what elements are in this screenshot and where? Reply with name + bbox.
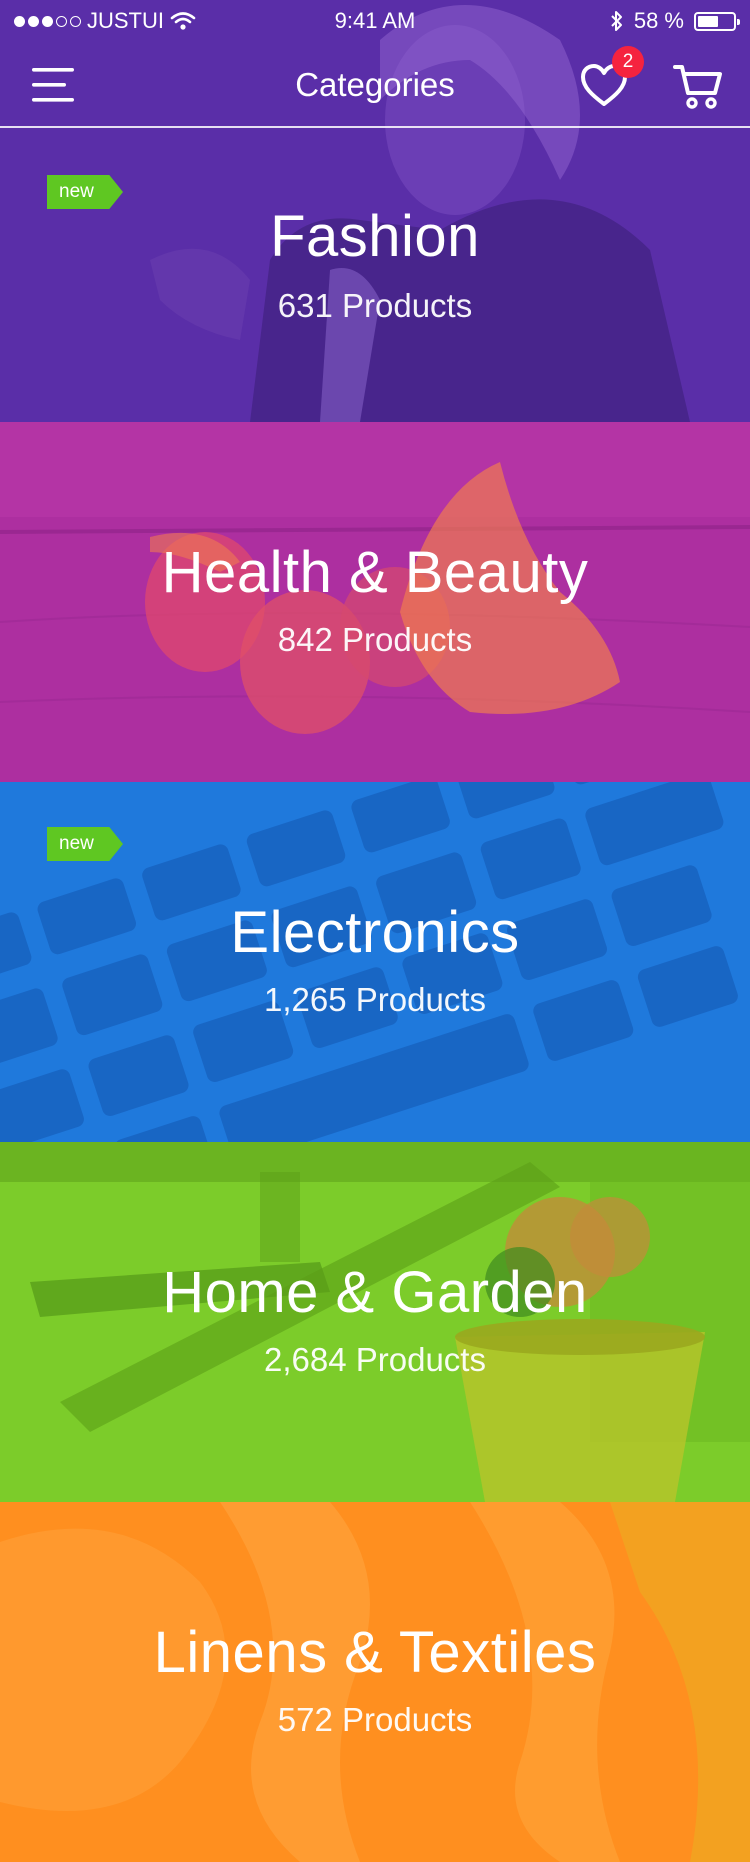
category-content: Linens & Textiles 572 Products bbox=[0, 1620, 750, 1740]
status-right: 58 % bbox=[610, 8, 740, 34]
category-content: Electronics 1,265 Products bbox=[0, 900, 750, 1020]
cart-icon[interactable] bbox=[672, 60, 724, 112]
new-badge: new bbox=[47, 827, 123, 861]
category-tile-electronics[interactable]: new Electronics 1,265 Products bbox=[0, 782, 750, 1142]
category-content: Home & Garden 2,684 Products bbox=[0, 1260, 750, 1380]
battery-icon bbox=[694, 11, 740, 31]
category-product-count: 631 Products bbox=[277, 287, 473, 324]
category-name: Electronics bbox=[230, 900, 520, 965]
navigation-bar: Categories 2 bbox=[0, 40, 750, 128]
category-name: Fashion bbox=[270, 204, 480, 269]
bluetooth-icon bbox=[611, 11, 622, 31]
category-product-count: 842 Products bbox=[277, 621, 473, 658]
category-name: Linens & Textiles bbox=[153, 1620, 597, 1685]
category-tile-home-garden[interactable]: Home & Garden 2,684 Products bbox=[0, 1142, 750, 1502]
category-content: Fashion 631 Products bbox=[0, 204, 750, 326]
category-tile-linens-textiles[interactable]: Linens & Textiles 572 Products bbox=[0, 1502, 750, 1862]
category-name: Home & Garden bbox=[162, 1260, 588, 1325]
category-product-count: 1,265 Products bbox=[264, 981, 486, 1018]
category-product-count: 2,684 Products bbox=[264, 1341, 486, 1378]
category-name: Health & Beauty bbox=[161, 540, 589, 605]
status-bar: JUSTUI 9:41 AM 58 % bbox=[0, 0, 750, 40]
category-product-count: 572 Products bbox=[277, 1701, 473, 1738]
category-tile-health-beauty[interactable]: Health & Beauty 842 Products bbox=[0, 422, 750, 782]
battery-percent: 58 % bbox=[633, 8, 684, 33]
category-content: Health & Beauty 842 Products bbox=[0, 540, 750, 660]
favorites-count-badge: 2 bbox=[612, 46, 644, 78]
